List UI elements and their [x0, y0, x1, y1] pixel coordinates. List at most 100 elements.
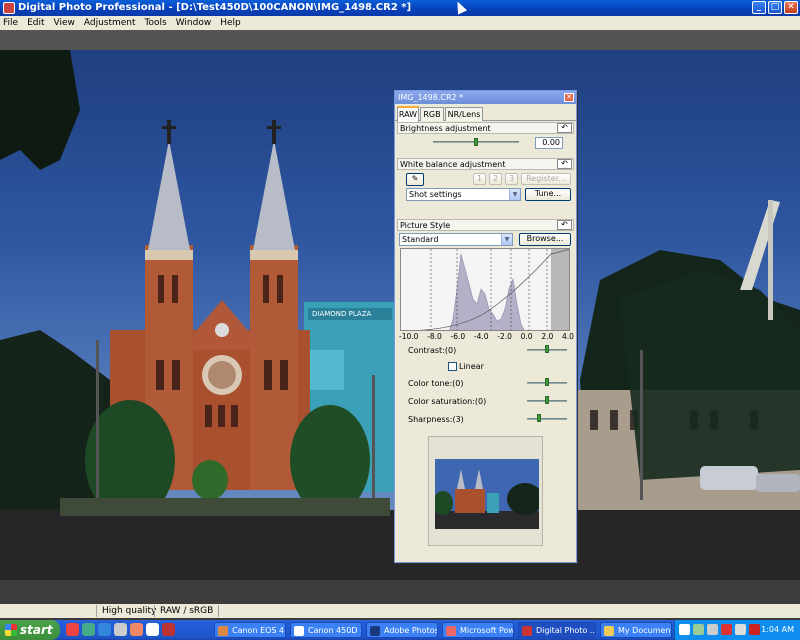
status-quality: High quality — [102, 606, 157, 616]
folder-icon — [604, 626, 614, 636]
menu-adjustment[interactable]: Adjustment — [84, 16, 136, 30]
palette-title: IMG_1498.CR2 * — [398, 93, 464, 102]
brightness-reset-button[interactable]: ↶ — [557, 123, 572, 133]
photo-app-icon — [218, 626, 228, 636]
undo-icon: ↶ — [561, 123, 568, 132]
histogram-tick: -6.0 — [450, 332, 466, 341]
network-icon[interactable] — [693, 624, 704, 635]
picture-style-reset-button[interactable]: ↶ — [557, 220, 572, 230]
undo-icon: ↶ — [561, 159, 568, 168]
maximize-button[interactable]: □ — [768, 1, 782, 14]
minimize-button[interactable]: _ — [752, 1, 766, 14]
task-canon-eos[interactable]: Canon EOS 4... — [214, 622, 286, 638]
histogram-tick: 2.0 — [541, 332, 554, 341]
brightness-header-label: Brightness adjustment — [400, 124, 491, 133]
task-powerpoint[interactable]: Microsoft Pow... — [442, 622, 514, 638]
color-tone-label: Color tone:(0) — [408, 379, 464, 388]
white-balance-select[interactable]: Shot settings ▼ — [406, 188, 521, 201]
palette-close-button[interactable]: ✕ — [564, 93, 574, 102]
browse-button[interactable]: Browse... — [519, 233, 571, 246]
task-label: Canon EOS 4... — [232, 626, 286, 635]
linear-label: Linear — [459, 362, 484, 371]
tray-icon[interactable] — [749, 624, 760, 635]
app-icon — [3, 2, 15, 14]
quick-launch-icon[interactable] — [146, 623, 159, 636]
status-separator — [96, 605, 97, 617]
white-balance-selected: Shot settings — [409, 190, 462, 199]
svg-text:DIAMOND PLAZA: DIAMOND PLAZA — [312, 310, 372, 318]
taskbar: start Canon EOS 4... Canon 450D -... Ado… — [0, 620, 800, 640]
menu-bar: File Edit View Adjustment Tools Window H… — [0, 16, 800, 30]
status-colorspace: RAW / sRGB — [160, 606, 214, 616]
tab-raw[interactable]: RAW — [397, 106, 419, 122]
quick-launch-icon[interactable] — [114, 623, 127, 636]
color-tone-slider-thumb[interactable] — [545, 378, 549, 386]
histogram-tick: -8.0 — [427, 332, 442, 341]
menu-edit[interactable]: Edit — [27, 16, 44, 30]
white-balance-reset-button[interactable]: ↶ — [557, 159, 572, 169]
menu-window[interactable]: Window — [176, 16, 212, 30]
close-icon: ✕ — [566, 93, 572, 101]
task-my-documents[interactable]: My Documents — [600, 622, 672, 638]
quick-launch-icon[interactable] — [130, 623, 143, 636]
wb-preset-3-button[interactable]: 3 — [505, 173, 518, 185]
close-button[interactable]: ✕ — [784, 1, 798, 14]
tool-palette: IMG_1498.CR2 * ✕ RAW RGB NR/Lens Brightn… — [394, 90, 577, 563]
start-button[interactable]: start — [0, 620, 60, 640]
status-separator — [154, 605, 155, 617]
histogram-tick: 0.0 — [520, 332, 533, 341]
task-label: Microsoft Pow... — [460, 626, 514, 635]
eyedropper-button[interactable]: ✎ — [406, 173, 424, 186]
start-label: start — [20, 623, 53, 637]
quick-launch-icon[interactable] — [82, 623, 95, 636]
histogram-tick: 4.0 — [561, 332, 574, 341]
tab-nr-lens[interactable]: NR/Lens — [445, 107, 483, 121]
task-digital-photo[interactable]: Digital Photo ... — [518, 622, 596, 638]
task-label: Adobe Photos... — [384, 626, 438, 635]
contrast-slider-thumb[interactable] — [545, 345, 549, 353]
color-saturation-slider-thumb[interactable] — [545, 396, 549, 404]
wb-preset-1-button[interactable]: 1 — [473, 173, 486, 185]
status-separator — [218, 605, 219, 617]
task-adobe-photoshop[interactable]: Adobe Photos... — [366, 622, 438, 638]
menu-view[interactable]: View — [54, 16, 75, 30]
powerpoint-icon — [446, 626, 456, 636]
minimize-icon: _ — [756, 2, 762, 12]
quick-launch-icon[interactable] — [162, 623, 175, 636]
close-icon: ✕ — [787, 2, 795, 12]
brightness-slider-thumb[interactable] — [474, 138, 478, 146]
histogram-tick-labels: -10.0 -8.0 -6.0 -4.0 -2.0 0.0 2.0 4.0 — [399, 332, 574, 342]
register-button[interactable]: Register... — [521, 173, 571, 185]
white-balance-header: White balance adjustment ↶ — [397, 158, 574, 170]
tune-button[interactable]: Tune... — [525, 188, 571, 201]
antivirus-icon[interactable] — [721, 624, 732, 635]
status-bar: High quality RAW / sRGB — [0, 604, 800, 618]
tone-curve-histogram[interactable] — [400, 248, 570, 331]
tray-icon[interactable] — [735, 624, 746, 635]
menu-tools[interactable]: Tools — [145, 16, 167, 30]
navigator-thumbnail[interactable] — [435, 459, 539, 529]
menu-file[interactable]: File — [3, 16, 18, 30]
picture-style-select[interactable]: Standard ▼ — [399, 233, 513, 246]
quick-launch-icon[interactable] — [66, 623, 79, 636]
sharpness-slider[interactable] — [527, 418, 567, 420]
task-label: My Documents — [618, 626, 672, 635]
quick-launch-icon[interactable] — [98, 623, 111, 636]
histogram-tick: -2.0 — [497, 332, 512, 341]
sharpness-slider-thumb[interactable] — [537, 414, 541, 422]
menu-help[interactable]: Help — [220, 16, 241, 30]
help-icon[interactable] — [679, 624, 690, 635]
task-label: Canon 450D -... — [308, 626, 361, 635]
tab-rgb[interactable]: RGB — [420, 107, 444, 121]
picture-style-selected: Standard — [402, 235, 439, 244]
task-canon-450d[interactable]: Canon 450D -... — [290, 622, 362, 638]
chevron-down-icon: ▼ — [509, 189, 520, 200]
dpp-icon — [522, 626, 532, 636]
wb-preset-2-button[interactable]: 2 — [489, 173, 502, 185]
palette-title-bar[interactable]: IMG_1498.CR2 * ✕ — [395, 91, 576, 104]
volume-icon[interactable] — [707, 624, 718, 635]
linear-checkbox[interactable] — [448, 362, 457, 371]
color-saturation-label: Color saturation:(0) — [408, 397, 487, 406]
brightness-value-field[interactable]: 0.00 — [535, 137, 563, 149]
windows-logo-icon — [5, 624, 17, 636]
